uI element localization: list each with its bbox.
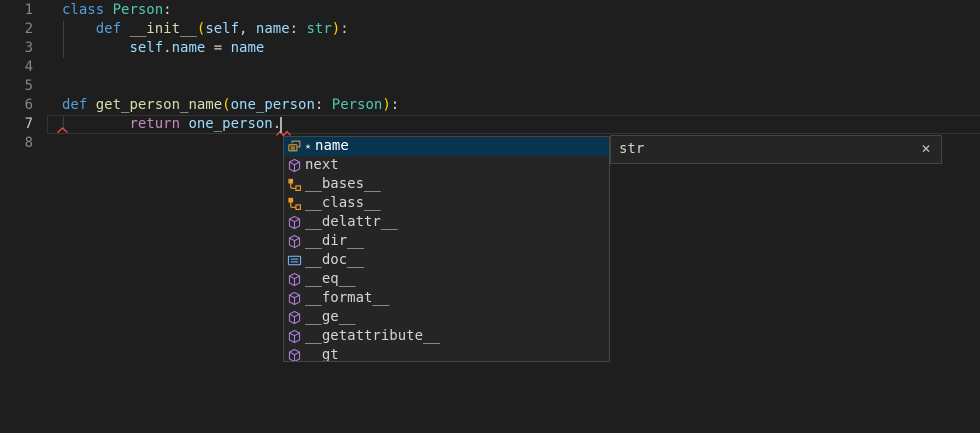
suggest-item-label: __ge__ (305, 308, 356, 327)
code-line[interactable]: 2 def __init__(self, name: str): (0, 20, 980, 39)
suggest-item-label: __delattr__ (305, 213, 398, 232)
line-number: 5 (0, 77, 33, 96)
code-line[interactable]: 3 self.name = name (0, 39, 980, 58)
current-line-highlight (47, 115, 980, 134)
suggest-item[interactable]: __delattr__ (284, 213, 609, 232)
method-icon (287, 158, 302, 173)
line-number: 2 (0, 20, 33, 39)
suggest-item[interactable]: ★name (284, 137, 609, 156)
line-number: 7 (0, 115, 33, 134)
suggest-item[interactable]: __gt__ (284, 346, 609, 362)
close-icon[interactable]: ✕ (921, 136, 931, 163)
line-number: 4 (0, 58, 33, 77)
suggest-item[interactable]: __bases__ (284, 175, 609, 194)
suggest-item-label: __bases__ (305, 175, 381, 194)
suggest-item[interactable]: __dir__ (284, 232, 609, 251)
suggest-widget: ★namenext__bases____class____delattr____… (283, 136, 610, 362)
method-icon (287, 272, 302, 287)
code-line-text: self.name = name (62, 40, 264, 56)
suggest-details-text: str (619, 136, 644, 163)
text-cursor (280, 117, 282, 133)
intellicode-star-icon: ★ (305, 137, 311, 156)
method-icon (287, 348, 302, 362)
suggest-item-label: name (315, 137, 349, 156)
class-icon (287, 177, 302, 192)
suggest-item[interactable]: __ge__ (284, 308, 609, 327)
suggest-item[interactable]: __getattribute__ (284, 327, 609, 346)
code-line[interactable]: 4 (0, 58, 980, 77)
suggest-item[interactable]: __eq__ (284, 270, 609, 289)
code-line[interactable]: 5 (0, 77, 980, 96)
method-icon (287, 234, 302, 249)
method-icon (287, 291, 302, 306)
suggest-item-label: __format__ (305, 289, 389, 308)
class-icon (287, 196, 302, 211)
line-number: 6 (0, 96, 33, 115)
code-line-text: def get_person_name(one_person: Person): (62, 97, 399, 113)
code-line[interactable]: 6 def get_person_name(one_person: Person)… (0, 96, 980, 115)
code-line-text: class Person: (62, 2, 172, 18)
error-squiggle (57, 127, 68, 134)
suggest-item-label: __doc__ (305, 251, 364, 270)
suggest-item[interactable]: __doc__ (284, 251, 609, 270)
field-icon (287, 139, 302, 154)
editor-background[interactable]: { "colors": { "background": "#1e1e1e", "… (0, 0, 980, 433)
indent-guide (63, 21, 64, 58)
suggest-item[interactable]: __format__ (284, 289, 609, 308)
line-number: 1 (0, 1, 33, 20)
method-icon (287, 329, 302, 344)
suggest-item[interactable]: __class__ (284, 194, 609, 213)
suggest-details-panel: str ✕ (610, 135, 942, 164)
constant-icon (287, 253, 302, 268)
suggest-item-label: next (305, 156, 339, 175)
suggest-item-label: __gt__ (305, 346, 356, 362)
suggest-item-label: __class__ (305, 194, 381, 213)
line-number: 8 (0, 134, 33, 153)
code-line[interactable]: 1 class Person: (0, 1, 980, 20)
code-line-text: def __init__(self, name: str): (62, 21, 349, 37)
method-icon (287, 310, 302, 325)
suggest-item-label: __eq__ (305, 270, 356, 289)
method-icon (287, 215, 302, 230)
suggest-item-label: __getattribute__ (305, 327, 440, 346)
suggest-item-label: __dir__ (305, 232, 364, 251)
suggest-item[interactable]: next (284, 156, 609, 175)
line-number: 3 (0, 39, 33, 58)
